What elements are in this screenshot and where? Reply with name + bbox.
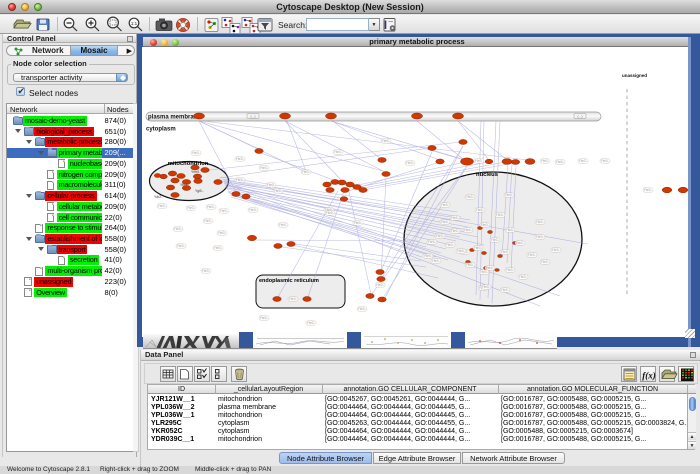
svg-text:Ybr0..: Ybr0.. (536, 220, 545, 224)
svg-text:Ybr0..: Ybr0.. (644, 188, 653, 192)
svg-text:Ybr0..: Ybr0.. (207, 205, 216, 209)
svg-text:Ybr0..: Ybr0.. (528, 253, 537, 257)
svg-text:Ybr0..: Ybr0.. (326, 211, 335, 215)
svg-text:Ybr0..: Ybr0.. (274, 189, 283, 193)
svg-text:Ybr0..: Ybr0.. (204, 219, 213, 223)
svg-text:Ybr0..: Ybr0.. (505, 193, 514, 197)
svg-text:Ygl0..: Ygl0.. (195, 189, 204, 193)
svg-text:Ybr0..: Ybr0.. (466, 263, 475, 267)
svg-text:Ybr0..: Ybr0.. (279, 223, 288, 227)
svg-text:Ybr0..: Ybr0.. (376, 283, 385, 287)
svg-text:Ybr0..: Ybr0.. (406, 161, 415, 165)
svg-text:(...): (...) (577, 114, 582, 118)
svg-text:Ybr0..: Ybr0.. (218, 231, 227, 235)
svg-text:Ybr0..: Ybr0.. (601, 159, 610, 163)
svg-text:Ybr2..: Ybr2.. (180, 183, 189, 187)
svg-text:Ybr0..: Ybr0.. (476, 208, 485, 212)
svg-text:Ybr0..: Ybr0.. (536, 235, 545, 239)
svg-text:Ybr0..: Ybr0.. (556, 160, 565, 164)
svg-text:Ybr0..: Ybr0.. (236, 157, 245, 161)
svg-text:Ybr0..: Ybr0.. (202, 269, 211, 273)
svg-text:Ybr0..: Ybr0.. (501, 250, 510, 254)
svg-text:Ybr0..: Ybr0.. (192, 151, 201, 155)
svg-text:Ybr0..: Ybr0.. (187, 206, 196, 210)
svg-text:(...): (...) (250, 114, 255, 118)
svg-text:nucleus: nucleus (476, 172, 498, 178)
svg-text:Ybr0..: Ybr0.. (481, 223, 490, 227)
svg-text:Ybr0..: Ybr0.. (289, 297, 298, 301)
svg-text:Ybr0..: Ybr0.. (506, 228, 515, 232)
svg-text:Ymr0..: Ymr0.. (191, 170, 201, 174)
svg-text:Ybr0..: Ybr0.. (158, 204, 167, 208)
svg-text:Ybr0..: Ybr0.. (354, 221, 363, 225)
svg-text:Ybr0..: Ybr0.. (220, 209, 229, 213)
svg-text:Ybr0..: Ybr0.. (334, 150, 343, 154)
svg-text:Ybr0..: Ybr0.. (451, 229, 460, 233)
svg-text:Ybr0..: Ybr0.. (432, 259, 441, 263)
svg-text:Ybr0..: Ybr0.. (177, 244, 186, 248)
svg-text:Ybr0..: Ybr0.. (236, 178, 245, 182)
svg-text:Ybr0..: Ybr0.. (214, 246, 223, 250)
svg-text:cytoplasm: cytoplasm (146, 127, 176, 133)
svg-text:Ybr0..: Ybr0.. (506, 268, 515, 272)
svg-text:Ybr0..: Ybr0.. (482, 285, 491, 289)
svg-text:Ybr0..: Ybr0.. (441, 220, 450, 224)
svg-text:Ybr0..: Ybr0.. (491, 238, 500, 242)
svg-text:Ybr0..: Ybr0.. (358, 307, 367, 311)
svg-text:Ybr0..: Ybr0.. (464, 228, 473, 232)
svg-text:Ybr0..: Ybr0.. (428, 240, 437, 244)
svg-text:Ydr2..: Ydr2.. (154, 195, 163, 199)
svg-text:Ybr0..: Ybr0.. (451, 216, 460, 220)
svg-text:f(x): f(x) (642, 371, 656, 381)
svg-text:Ybr0..: Ybr0.. (474, 246, 483, 250)
svg-text:unassigned: unassigned (622, 73, 647, 78)
svg-text:Ybr0..: Ybr0.. (541, 260, 550, 264)
svg-text:Ybr0..: Ybr0.. (516, 241, 525, 245)
svg-text:Ybr0..: Ybr0.. (552, 248, 561, 252)
svg-text:Ybr0..: Ybr0.. (501, 288, 510, 292)
svg-text:Ybr0..: Ybr0.. (519, 275, 528, 279)
svg-text:endoplasmic reticulum: endoplasmic reticulum (259, 278, 319, 284)
svg-text:1:1: 1:1 (131, 21, 138, 26)
svg-text:Ybr0..: Ybr0.. (267, 183, 276, 187)
svg-text:Ybr0..: Ybr0.. (260, 166, 269, 170)
svg-text:Ybr0..: Ybr0.. (541, 159, 550, 163)
svg-text:Ybr0..: Ybr0.. (249, 208, 258, 212)
svg-text:Ybr0..: Ybr0.. (260, 316, 269, 320)
svg-text:Ybr0..: Ybr0.. (441, 203, 450, 207)
svg-text:Ybr0..: Ybr0.. (307, 321, 316, 325)
svg-text:Ybr0..: Ybr0.. (457, 249, 466, 253)
svg-text:Ybr0..: Ybr0.. (174, 227, 183, 231)
svg-text:Ybr0..: Ybr0.. (579, 159, 588, 163)
svg-text:Ybr0..: Ybr0.. (424, 254, 433, 258)
svg-text:Ybr0..: Ybr0.. (302, 170, 311, 174)
svg-text:Ybr0..: Ybr0.. (480, 270, 489, 274)
svg-text:Ybr0..: Ybr0.. (496, 213, 505, 217)
svg-text:Ybr0..: Ybr0.. (475, 159, 484, 163)
svg-text:Ybr0..: Ybr0.. (382, 139, 391, 143)
svg-text:Ybr0..: Ybr0.. (446, 243, 455, 247)
svg-text:mitochondrion: mitochondrion (168, 161, 209, 167)
svg-text:Ybr0..: Ybr0.. (436, 234, 445, 238)
svg-text:Ybr0..: Ybr0.. (466, 195, 475, 199)
